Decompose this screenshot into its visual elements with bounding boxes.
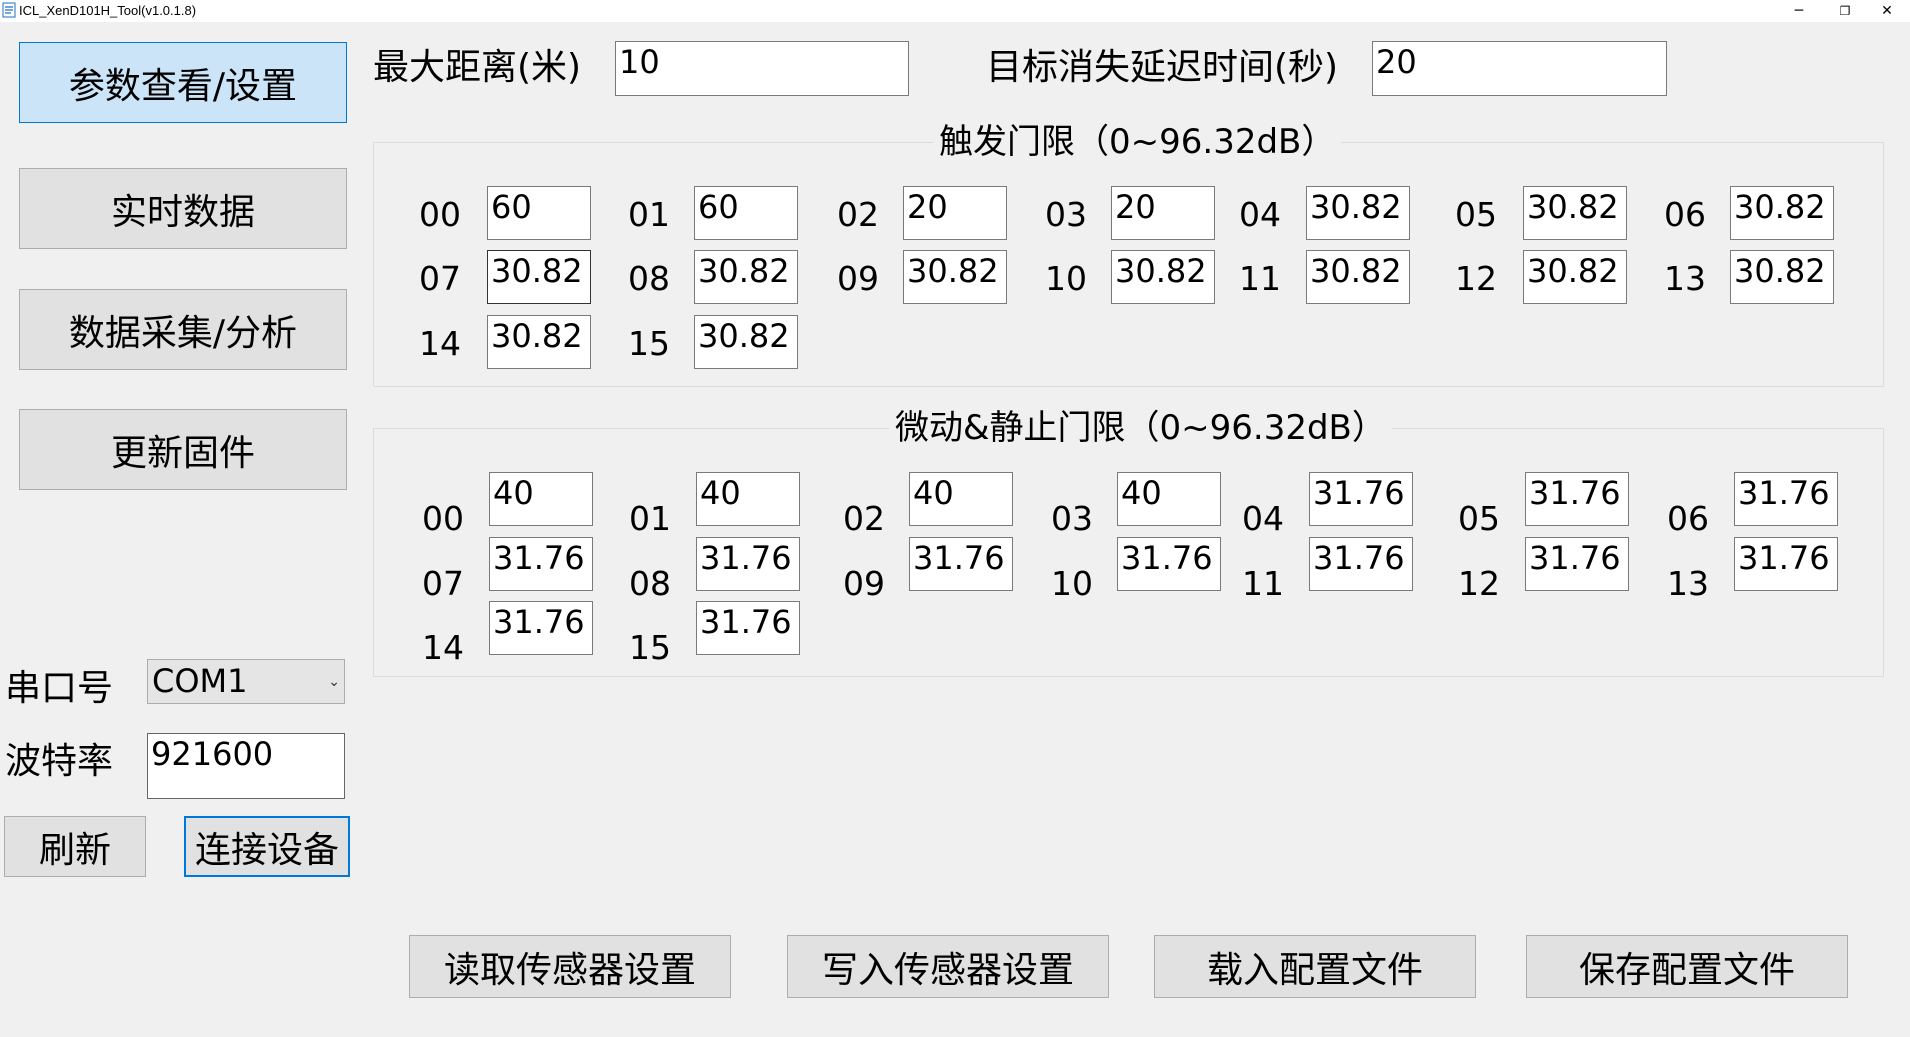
trigger-gate-input-14[interactable]: 30.82 — [487, 315, 591, 369]
static-gate-input-05[interactable]: 31.76 — [1525, 472, 1629, 526]
static-gate-input-09[interactable]: 31.76 — [909, 537, 1013, 591]
title-bar — [0, 0, 1910, 22]
static-gate-input-01[interactable]: 40 — [696, 472, 800, 526]
static-gate-label-04: 04 — [1242, 499, 1284, 538]
trigger-gate-label-08: 08 — [628, 259, 670, 298]
read-sensor-settings-button[interactable]: 读取传感器设置 — [409, 935, 731, 998]
trigger-gate-input-09[interactable]: 30.82 — [903, 250, 1007, 304]
trigger-gate-label-06: 06 — [1664, 195, 1706, 234]
trigger-gate-input-00[interactable]: 60 — [487, 186, 591, 240]
close-button[interactable]: ✕ — [1864, 0, 1910, 22]
static-gate-label-07: 07 — [422, 564, 464, 603]
static-gate-input-02[interactable]: 40 — [909, 472, 1013, 526]
nav-params-button[interactable]: 参数查看/设置 — [19, 42, 347, 123]
write-sensor-settings-button[interactable]: 写入传感器设置 — [787, 935, 1109, 998]
static-gate-label-12: 12 — [1458, 564, 1500, 603]
static-gate-input-08[interactable]: 31.76 — [696, 537, 800, 591]
static-gate-label-01: 01 — [629, 499, 671, 538]
restore-button[interactable]: ❐ — [1822, 0, 1868, 22]
baud-label: 波特率 — [5, 741, 114, 782]
baud-input[interactable]: 921600 — [147, 733, 345, 799]
static-gate-label-09: 09 — [843, 564, 885, 603]
trigger-gate-label-11: 11 — [1239, 259, 1281, 298]
refresh-button[interactable]: 刷新 — [4, 816, 146, 877]
trigger-gate-input-13[interactable]: 30.82 — [1730, 250, 1834, 304]
trigger-gate-label-02: 02 — [837, 195, 879, 234]
static-gate-label-02: 02 — [843, 499, 885, 538]
static-gate-label-00: 00 — [422, 499, 464, 538]
trigger-gate-input-03[interactable]: 20 — [1111, 186, 1215, 240]
static-gate-input-10[interactable]: 31.76 — [1117, 537, 1221, 591]
trigger-gate-input-01[interactable]: 60 — [694, 186, 798, 240]
trigger-gate-input-06[interactable]: 30.82 — [1730, 186, 1834, 240]
trigger-gate-input-10[interactable]: 30.82 — [1111, 250, 1215, 304]
static-gate-input-12[interactable]: 31.76 — [1525, 537, 1629, 591]
delay-label: 目标消失延迟时间(秒) — [986, 47, 1339, 88]
load-config-file-button[interactable]: 载入配置文件 — [1154, 935, 1476, 998]
trigger-gate-label-09: 09 — [837, 259, 879, 298]
static-gate-label-06: 06 — [1667, 499, 1709, 538]
max-distance-input[interactable]: 10 — [615, 41, 909, 96]
trigger-gate-input-04[interactable]: 30.82 — [1306, 186, 1410, 240]
trigger-gate-label-15: 15 — [628, 324, 670, 363]
nav-firmware-button[interactable]: 更新固件 — [19, 409, 347, 490]
app-icon — [2, 2, 16, 18]
static-gate-input-14[interactable]: 31.76 — [489, 601, 593, 655]
static-gate-label-08: 08 — [629, 564, 671, 603]
static-gate-label-14: 14 — [422, 628, 464, 667]
static-gate-label-15: 15 — [629, 628, 671, 667]
port-select[interactable]: COM1 ⌄ — [147, 659, 345, 704]
save-config-file-button[interactable]: 保存配置文件 — [1526, 935, 1848, 998]
minimize-button[interactable]: ─ — [1776, 0, 1822, 22]
trigger-gate-label-04: 04 — [1239, 195, 1281, 234]
static-gate-input-03[interactable]: 40 — [1117, 472, 1221, 526]
nav-collect-button[interactable]: 数据采集/分析 — [19, 289, 347, 370]
trigger-gate-input-08[interactable]: 30.82 — [694, 250, 798, 304]
static-gate-label-05: 05 — [1458, 499, 1500, 538]
trigger-gate-label-07: 07 — [419, 259, 461, 298]
static-gate-input-13[interactable]: 31.76 — [1734, 537, 1838, 591]
static-gate-input-06[interactable]: 31.76 — [1734, 472, 1838, 526]
trigger-gate-label-14: 14 — [419, 324, 461, 363]
static-gate-label-11: 11 — [1242, 564, 1284, 603]
trigger-gate-input-15[interactable]: 30.82 — [694, 315, 798, 369]
port-select-value: COM1 — [152, 662, 248, 700]
trigger-threshold-title: 触发门限（0~96.32dB） — [933, 125, 1342, 159]
static-gate-input-07[interactable]: 31.76 — [489, 537, 593, 591]
trigger-gate-label-01: 01 — [628, 195, 670, 234]
trigger-gate-label-12: 12 — [1455, 259, 1497, 298]
trigger-gate-input-07[interactable]: 30.82 — [487, 250, 591, 304]
nav-realtime-button[interactable]: 实时数据 — [19, 168, 347, 249]
static-gate-input-15[interactable]: 31.76 — [696, 601, 800, 655]
static-gate-input-04[interactable]: 31.76 — [1309, 472, 1413, 526]
static-gate-label-13: 13 — [1667, 564, 1709, 603]
delay-input[interactable]: 20 — [1372, 41, 1667, 96]
static-gate-label-03: 03 — [1051, 499, 1093, 538]
static-gate-input-00[interactable]: 40 — [489, 472, 593, 526]
connect-device-button[interactable]: 连接设备 — [184, 816, 350, 877]
trigger-gate-input-11[interactable]: 30.82 — [1306, 250, 1410, 304]
trigger-gate-input-02[interactable]: 20 — [903, 186, 1007, 240]
static-gate-label-10: 10 — [1051, 564, 1093, 603]
static-gate-input-11[interactable]: 31.76 — [1309, 537, 1413, 591]
trigger-gate-label-05: 05 — [1455, 195, 1497, 234]
trigger-gate-input-05[interactable]: 30.82 — [1523, 186, 1627, 240]
trigger-gate-label-00: 00 — [419, 195, 461, 234]
trigger-gate-label-03: 03 — [1045, 195, 1087, 234]
window-title: ICL_XenD101H_Tool(v1.0.1.8) — [19, 3, 197, 18]
static-threshold-title: 微动&静止门限（0~96.32dB） — [889, 411, 1392, 445]
trigger-gate-input-12[interactable]: 30.82 — [1523, 250, 1627, 304]
trigger-gate-label-13: 13 — [1664, 259, 1706, 298]
max-distance-label: 最大距离(米) — [373, 47, 582, 88]
port-label: 串口号 — [5, 668, 114, 709]
chevron-down-icon: ⌄ — [328, 674, 340, 690]
trigger-gate-label-10: 10 — [1045, 259, 1087, 298]
